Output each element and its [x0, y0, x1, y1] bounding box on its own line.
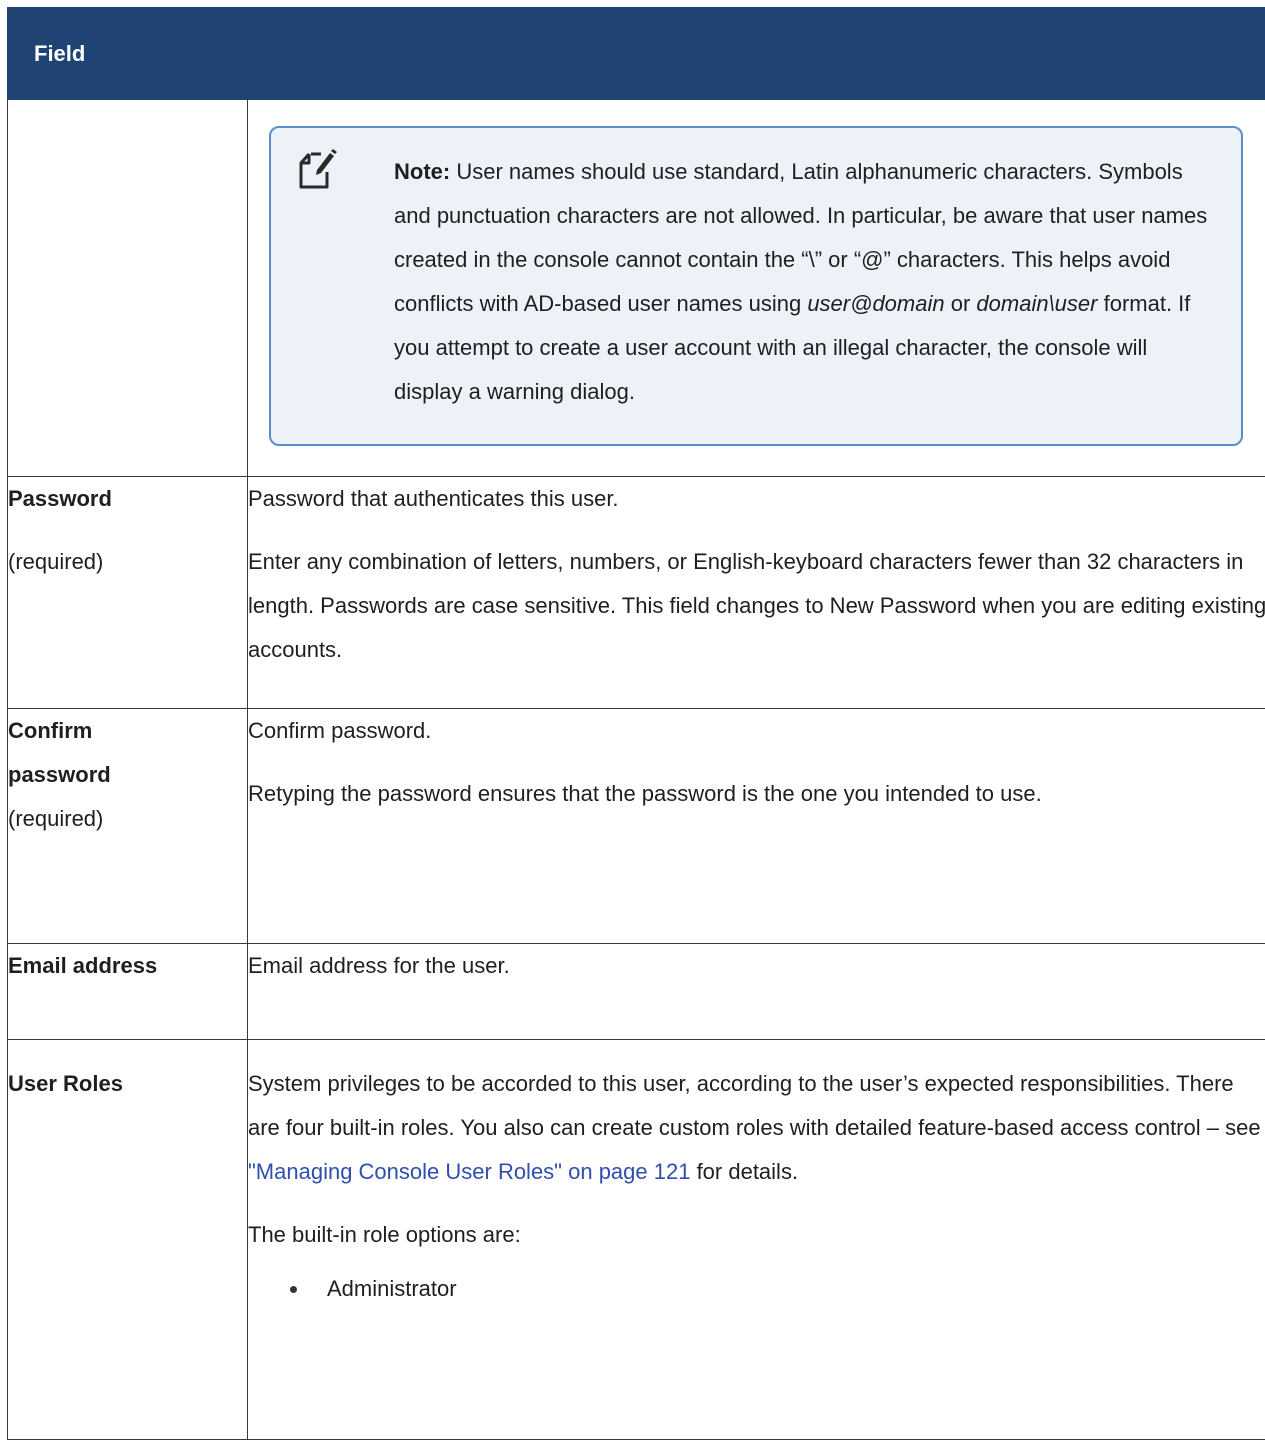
description-cell: Email address for the user. [248, 944, 1265, 1040]
managing-roles-link[interactable]: "Managing Console User Roles" on page 12… [248, 1159, 690, 1184]
table-row-email: Email address Email address for the user… [8, 944, 1265, 1040]
description-cell: Password that authenticates this user. E… [248, 477, 1265, 709]
field-name: Confirm password [8, 709, 128, 797]
field-cell: User Roles [8, 1040, 248, 1440]
field-cell: Email address [8, 944, 248, 1040]
table-row-password: Password (required) Password that authen… [8, 477, 1265, 709]
table-row-confirm-password: Confirm password (required) Confirm pass… [8, 709, 1265, 944]
description-paragraph: Email address for the user. [248, 944, 1265, 988]
roles-options-label: The built-in role options are: [248, 1213, 1265, 1257]
description-cell-note: Note: User names should use standard, La… [248, 100, 1265, 477]
roles-intro-1: System privileges to be accorded to this… [248, 1071, 1261, 1140]
role-option: Administrator [327, 1276, 457, 1301]
note-text-2: or [945, 291, 977, 316]
description-paragraph: Enter any combination of letters, number… [248, 540, 1265, 672]
field-cell: Password (required) [8, 477, 248, 709]
header-field: Field [8, 8, 248, 100]
roles-list: Administrator [248, 1267, 1265, 1311]
note-box: Note: User names should use standard, La… [269, 126, 1243, 446]
field-cell: Confirm password (required) [8, 709, 248, 944]
description-paragraph: Confirm password. [248, 709, 1265, 753]
description-paragraph: Password that authenticates this user. [248, 477, 1265, 521]
table-header-row: Field [8, 8, 1265, 100]
list-item: Administrator [248, 1267, 1265, 1311]
field-name: Email address [8, 944, 247, 988]
description-cell: Confirm password. Retyping the password … [248, 709, 1265, 944]
description-cell: System privileges to be accorded to this… [248, 1040, 1265, 1440]
note-em-2: domain\user [976, 291, 1097, 316]
table-row-note: Note: User names should use standard, La… [8, 100, 1265, 477]
bullet-icon [290, 1286, 297, 1293]
note-em-1: user@domain [807, 291, 944, 316]
table-row-user-roles: User Roles System privileges to be accor… [8, 1040, 1265, 1440]
description-paragraph: System privileges to be accorded to this… [248, 1062, 1265, 1194]
field-cell-empty [8, 100, 248, 477]
note-pencil-icon [297, 146, 337, 190]
field-required: (required) [8, 797, 247, 841]
roles-intro-2: for details. [690, 1159, 798, 1184]
field-name: Password [8, 477, 247, 521]
header-description [248, 8, 1265, 100]
note-label: Note: [394, 159, 450, 184]
field-table: Field Note: User names should use standa… [7, 7, 1265, 1440]
field-required: (required) [8, 540, 247, 584]
field-name: User Roles [8, 1062, 247, 1106]
description-paragraph: Retyping the password ensures that the p… [248, 772, 1265, 816]
